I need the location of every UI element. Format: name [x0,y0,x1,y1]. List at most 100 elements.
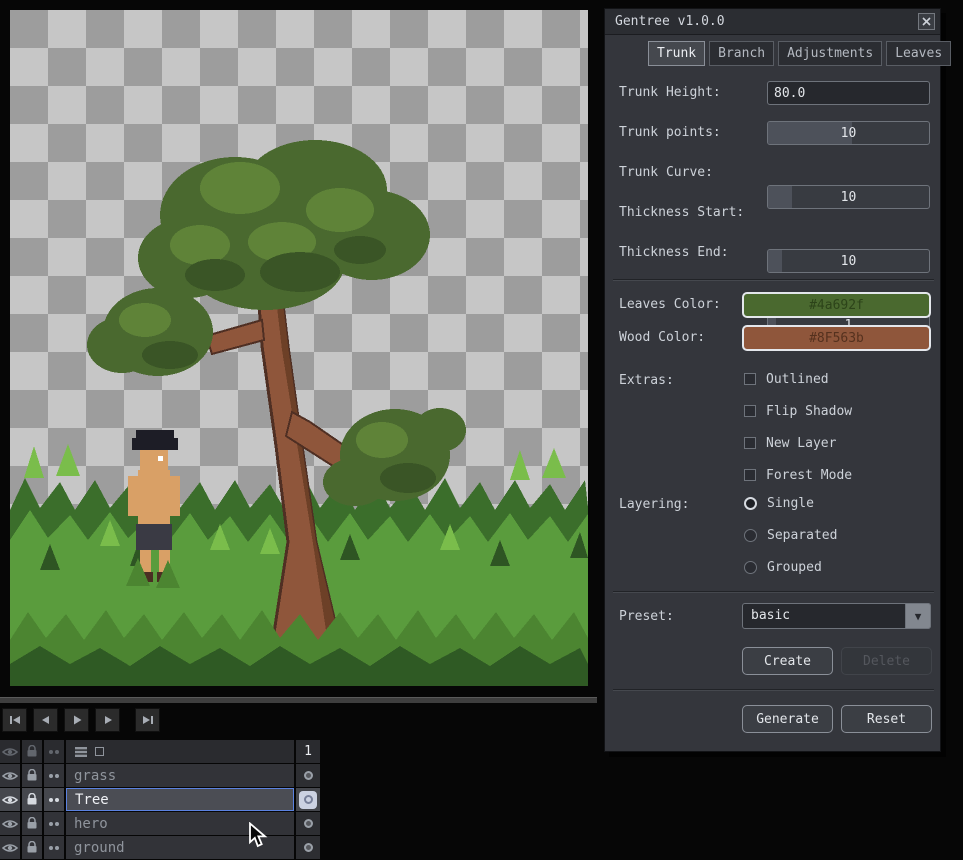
layering-option-grouped[interactable]: Grouped [744,559,822,575]
layer-continuous-toggle[interactable] [44,788,64,811]
reset-button[interactable]: Reset [841,705,932,733]
thickness-start-label: Thickness Start: [619,205,745,220]
layer-lock-toggle[interactable] [22,764,42,787]
canvas[interactable] [10,10,588,686]
checkbox-icon[interactable] [744,373,756,385]
layering-option-single[interactable]: Single [744,495,814,511]
leaves-color-button[interactable]: #4a692f [742,292,931,318]
radio-icon[interactable] [744,560,757,574]
preset-value: basic [751,608,791,623]
trunk-curve-slider[interactable]: 10 [767,185,930,209]
playback-controls [2,708,160,734]
layer-lock-toggle[interactable] [22,788,42,811]
layer-cel[interactable] [296,836,320,859]
radio-icon[interactable] [744,528,757,542]
layering-option-separated[interactable]: Separated [744,527,837,543]
option-label: Forest Mode [766,467,853,483]
next-frame-button[interactable] [95,708,120,732]
lock-icon [27,793,37,805]
canvas-horizontal-scrollbar[interactable] [0,697,597,703]
separator [613,279,934,281]
previous-frame-icon [41,716,49,724]
layer-name[interactable]: grass [66,764,294,787]
continuous-icon [49,845,59,850]
dropdown-arrow-button[interactable]: ▼ [905,603,931,629]
previous-frame-button[interactable] [33,708,58,732]
preset-dropdown[interactable]: basic ▼ [742,603,931,629]
thickness-start-slider[interactable]: 10 [767,249,930,273]
timeline-header-row: 1 [0,740,320,763]
layer-continuous-toggle[interactable] [44,836,64,859]
trunk-height-input[interactable] [767,81,930,105]
layer-visibility-toggle[interactable] [0,788,20,811]
trunk-points-label: Trunk points: [619,125,721,140]
visibility-column-header[interactable] [0,740,20,763]
pixel-art [10,140,588,686]
tab-bar: Trunk Branch Adjustments Leaves [648,41,952,66]
layer-visibility-toggle[interactable] [0,764,20,787]
option-label: Flip Shadow [766,403,853,419]
layer-lock-toggle[interactable] [22,812,42,835]
layer-continuous-toggle[interactable] [44,764,64,787]
continuous-icon [49,749,59,754]
layer-cel[interactable] [296,788,320,811]
checkbox-icon[interactable] [744,469,756,481]
layer-cel[interactable] [296,812,320,835]
tab-leaves[interactable]: Leaves [886,41,952,66]
extras-option-outlined[interactable]: Outlined [744,371,829,387]
continuous-icon [49,821,59,826]
layer-cel[interactable] [296,764,320,787]
option-label: Separated [767,527,838,543]
trunk-height-label: Trunk Height: [619,85,721,100]
tab-adjustments[interactable]: Adjustments [778,41,883,66]
separator [613,591,934,593]
layer-visibility-toggle[interactable] [0,836,20,859]
layer-continuous-toggle[interactable] [44,812,64,835]
tab-branch[interactable]: Branch [709,41,775,66]
play-button[interactable] [64,708,89,732]
close-button[interactable] [918,13,935,30]
goto-last-frame-button[interactable] [135,708,160,732]
skip-to-end-icon [142,716,153,724]
extras-option-forest-mode[interactable]: Forest Mode [744,467,852,483]
app-window: Gentree v1.0.0 Trunk Branch Adjustments … [0,0,963,860]
layers-stack-icon [75,746,87,757]
layer-visibility-toggle[interactable] [0,812,20,835]
extras-label: Extras: [619,373,674,388]
radio-icon[interactable] [744,496,757,510]
leaves-color-label: Leaves Color: [619,297,721,312]
slider-value: 10 [840,253,857,269]
close-icon [922,17,931,26]
extras-option-new-layer[interactable]: New Layer [744,435,836,451]
chevron-down-icon: ▼ [914,609,922,623]
layer-row-tree: Tree [0,788,320,811]
layer-row-ground: ground [0,836,320,859]
selected-cel-icon [299,790,317,809]
layer-name[interactable]: Tree [66,788,294,811]
continuous-icon [49,773,59,778]
layer-row-hero: hero [0,812,320,835]
trunk-points-slider[interactable]: 10 [767,121,930,145]
layer-lock-toggle[interactable] [22,836,42,859]
slider-value: 10 [840,125,857,141]
generate-button[interactable]: Generate [742,705,833,733]
eye-icon [2,819,18,828]
option-label: Single [767,495,814,511]
layers-column-header[interactable] [66,740,294,763]
tab-trunk[interactable]: Trunk [648,41,706,66]
frame-header[interactable]: 1 [296,740,320,763]
option-label: Outlined [766,371,829,387]
checkbox-icon[interactable] [744,405,756,417]
skip-to-start-icon [9,716,20,724]
layer-row-grass: grass [0,764,320,787]
gentree-dialog: Gentree v1.0.0 Trunk Branch Adjustments … [604,8,952,752]
lock-column-header[interactable] [22,740,42,763]
continuous-column-header[interactable] [44,740,64,763]
goto-first-frame-button[interactable] [2,708,27,732]
continuous-icon [49,797,59,802]
dialog-titlebar[interactable]: Gentree v1.0.0 [605,9,940,35]
create-button[interactable]: Create [742,647,833,675]
checkbox-icon[interactable] [744,437,756,449]
extras-option-flip-shadow[interactable]: Flip Shadow [744,403,852,419]
wood-color-button[interactable]: #8F563b [742,325,931,351]
